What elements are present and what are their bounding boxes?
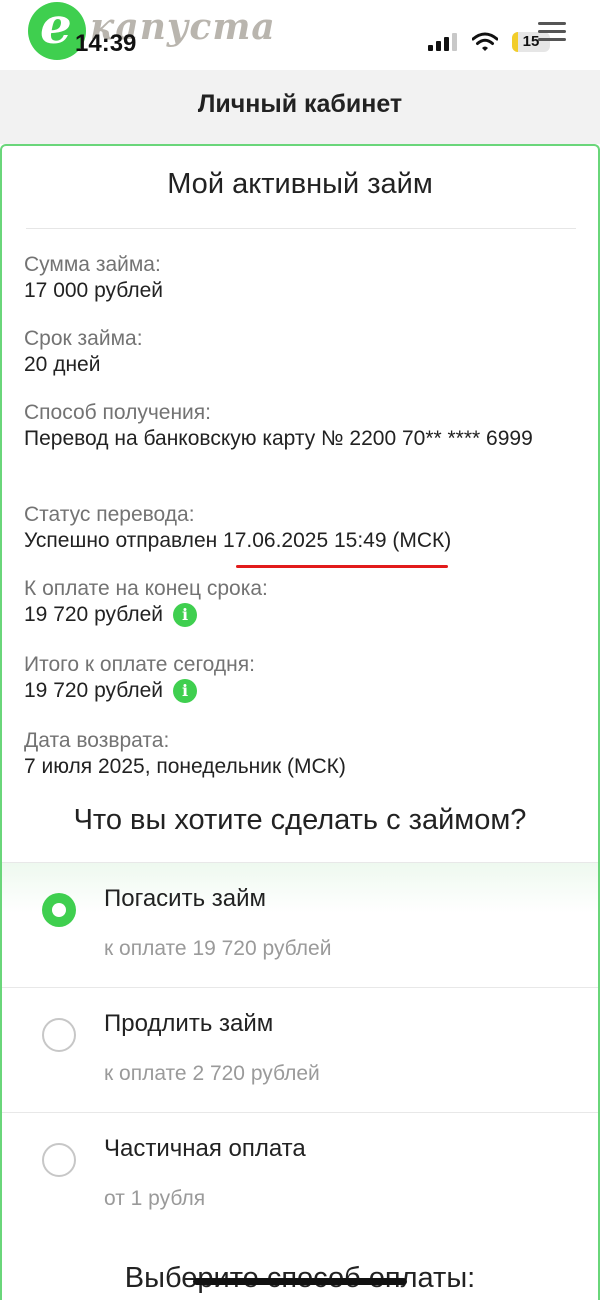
due-at-term-end-label: К оплате на конец срока:: [24, 577, 268, 600]
divider: [26, 228, 576, 229]
page-title: Личный кабинет: [197, 90, 403, 118]
status-time: 14:39: [75, 30, 137, 57]
total-due-today-row: 19 720 рублей i: [24, 678, 564, 704]
loan-amount-label: Сумма займа:: [24, 253, 161, 276]
option-subtitle: от 1 рубля: [104, 1187, 206, 1210]
option-title: Погасить займ: [104, 885, 266, 912]
brand-logo[interactable]: e капуста: [28, 0, 275, 62]
radio-selected[interactable]: [42, 893, 76, 927]
loan-card-title: Мой активный займ: [167, 168, 433, 200]
due-at-term-end-field: К оплате на конец срока: 19 720 рублей i: [24, 576, 564, 628]
return-date-field: Дата возврата: 7 июля 2025, понедельник …: [24, 728, 564, 780]
home-indicator[interactable]: [193, 1278, 407, 1285]
status-icons: 15: [428, 32, 550, 52]
loan-term-label: Срок займа:: [24, 327, 143, 350]
total-due-today-label: Итого к оплате сегодня:: [24, 653, 255, 676]
logo-letter: e: [40, 0, 72, 55]
transfer-status-field: Статус перевода: Успешно отправлен 17.06…: [24, 502, 564, 554]
loan-card: Мой активный займ Сумма займа: 17 000 ру…: [0, 144, 600, 1300]
loan-term-field: Срок займа: 20 дней: [24, 326, 564, 378]
radio-unselected[interactable]: [42, 1018, 76, 1052]
transfer-status-value: Успешно отправлен 17.06.2025 15:49 (МСК): [24, 529, 452, 552]
return-date-label: Дата возврата:: [24, 729, 170, 752]
total-due-today-field: Итого к оплате сегодня: 19 720 рублей i: [24, 652, 564, 704]
transfer-status-label: Статус перевода:: [24, 503, 195, 526]
info-icon[interactable]: i: [173, 679, 197, 704]
loan-amount-value: 17 000 рублей: [24, 279, 163, 302]
info-icon[interactable]: i: [173, 603, 197, 628]
return-date-value: 7 июля 2025, понедельник (МСК): [24, 755, 346, 778]
due-at-term-end-value: 19 720 рублей: [24, 603, 163, 626]
page-header: Личный кабинет: [0, 70, 600, 144]
radio-unselected[interactable]: [42, 1143, 76, 1177]
loan-term-value: 20 дней: [24, 353, 101, 376]
option-title: Продлить займ: [104, 1010, 274, 1037]
total-due-today-value: 19 720 рублей: [24, 679, 163, 702]
option-partial-payment[interactable]: Частичная оплата от 1 рубля: [2, 1112, 598, 1237]
wifi-icon: [472, 32, 498, 51]
hamburger-menu-icon[interactable]: [538, 22, 566, 44]
receipt-method-value: Перевод на банковскую карту № 2200 70** …: [24, 427, 533, 450]
actions-question: Что вы хотите сделать с займом?: [73, 804, 527, 836]
option-subtitle: к оплате 19 720 рублей: [104, 937, 332, 960]
signal-icon: [428, 33, 457, 51]
option-subtitle: к оплате 2 720 рублей: [104, 1062, 320, 1085]
option-repay-loan[interactable]: Погасить займ к оплате 19 720 рублей: [2, 862, 598, 987]
option-title: Частичная оплата: [104, 1135, 306, 1162]
loan-amount-field: Сумма займа: 17 000 рублей: [24, 252, 564, 304]
top-bar: e капуста 14:39 15: [0, 0, 600, 70]
due-at-term-end-row: 19 720 рублей i: [24, 602, 564, 628]
receipt-method-label: Способ получения:: [24, 401, 211, 424]
red-underline-annotation: [236, 565, 448, 568]
receipt-method-field: Способ получения: Перевод на банковскую …: [24, 400, 554, 452]
option-extend-loan[interactable]: Продлить займ к оплате 2 720 рублей: [2, 987, 598, 1112]
